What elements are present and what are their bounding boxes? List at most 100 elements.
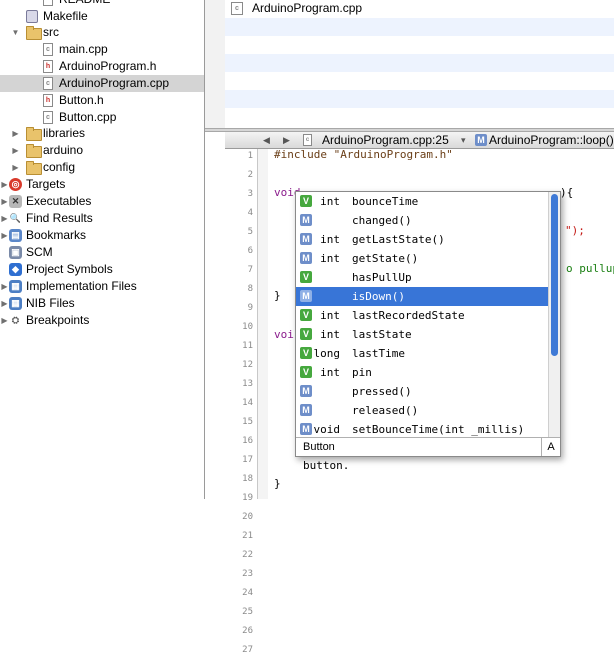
file-row [225, 36, 614, 54]
code-line-23[interactable]: } [274, 477, 281, 490]
sidebar-item-main-cpp[interactable]: c main.cpp [0, 41, 204, 58]
sidebar-item-breakpoints[interactable]: ▶ ⛭ Breakpoints [0, 312, 204, 329]
completion-item[interactable]: Vint pin [296, 363, 548, 382]
code-line-7-end[interactable]: o pullup [566, 262, 614, 275]
completion-item[interactable]: Vlong lastTime [296, 344, 548, 363]
function-popup[interactable]: ArduinoProgram::loop() [489, 132, 614, 148]
line-number: 25 [242, 607, 253, 617]
sidebar-item-button-cpp[interactable]: c Button.cpp [0, 109, 204, 126]
scrollbar-thumb[interactable] [551, 194, 558, 356]
sidebar-item-src[interactable]: ▼ src [0, 24, 204, 41]
editor-navigation-bar: ◀ ▶ c ArduinoProgram.cpp:25 ▾ M ArduinoP… [225, 132, 614, 149]
code-line-6-end[interactable]: "); [565, 224, 585, 237]
method-icon: M [300, 233, 312, 245]
completion-item[interactable]: Mpressed() [296, 382, 548, 401]
completion-item-name: changed() [352, 214, 412, 227]
sidebar-item-arduino[interactable]: ▶ arduino [0, 142, 204, 159]
detail-file-list[interactable] [225, 0, 614, 130]
groups-and-files-sidebar[interactable]: README Makefile ▼ src c main.cpp h Ardui… [0, 0, 205, 499]
completion-item[interactable]: Mchanged() [296, 211, 548, 230]
cpp-file-icon: c [43, 43, 53, 56]
disclosure-closed-icon[interactable]: ▶ [0, 227, 9, 244]
completion-item[interactable]: Vint lastState [296, 325, 548, 344]
completion-item-name: isDown() [352, 290, 405, 303]
method-icon: M [300, 252, 312, 264]
file-row [225, 18, 614, 36]
sidebar-item-readme[interactable]: README [0, 0, 204, 8]
back-arrow-icon[interactable]: ◀ [263, 132, 270, 148]
variable-icon: V [300, 347, 312, 359]
disclosure-closed-icon[interactable]: ▶ [11, 142, 20, 159]
completion-item-name: released() [352, 404, 419, 417]
completion-item[interactable]: Mint getLastState() [296, 230, 548, 249]
header-file-icon: h [43, 60, 53, 73]
sidebar-item-find-results[interactable]: ▶ 🔍 Find Results [0, 210, 204, 227]
completion-item-name: lastState [352, 328, 412, 341]
completion-item[interactable]: Vint bounceTime [296, 192, 548, 211]
completion-item-type: int [320, 195, 340, 208]
file-location-popup[interactable]: ArduinoProgram.cpp:25 [322, 132, 449, 148]
sidebar-item-bookmarks[interactable]: ▶ ▤ Bookmarks [0, 227, 204, 244]
sidebar-item-targets[interactable]: ▶ ◎ Targets [0, 176, 204, 193]
line-number: 22 [242, 550, 253, 560]
sidebar-item-arduinoprogram-cpp[interactable]: c ArduinoProgram.cpp [0, 75, 204, 92]
disclosure-closed-icon[interactable]: ▶ [11, 159, 20, 176]
completion-item-name: hasPullUp [352, 271, 412, 284]
chevron-down-icon[interactable]: ▾ [461, 132, 466, 148]
cpp-file-icon: c [303, 134, 312, 146]
line-number: 10 [242, 322, 253, 332]
disclosure-closed-icon[interactable]: ▶ [11, 125, 20, 142]
disclosure-closed-icon[interactable]: ▶ [0, 210, 9, 227]
sidebar-item-arduinoprogram-h[interactable]: h ArduinoProgram.h [0, 58, 204, 75]
line-number: 6 [247, 246, 253, 256]
code-line-1[interactable]: #include "ArduinoProgram.h" [274, 148, 453, 161]
sidebar-item-libraries[interactable]: ▶ libraries [0, 125, 204, 142]
sidebar-item-scm[interactable]: ▣ SCM [0, 244, 204, 261]
line-number: 26 [242, 626, 253, 636]
line-number: 8 [247, 284, 253, 294]
completion-item-type: int [320, 328, 340, 341]
folder-icon [26, 161, 42, 175]
file-list-current-file[interactable]: ArduinoProgram.cpp [252, 1, 362, 15]
completion-item[interactable]: Vint lastRecordedState [296, 306, 548, 325]
completion-item[interactable]: Mint getState() [296, 249, 548, 268]
code-folding-ribbon[interactable] [258, 149, 268, 499]
makefile-icon [26, 10, 38, 23]
disclosure-closed-icon[interactable]: ▶ [0, 295, 9, 312]
sidebar-item-button-h[interactable]: h Button.h [0, 92, 204, 109]
disclosure-closed-icon[interactable]: ▶ [0, 193, 9, 210]
completion-item[interactable]: Mreleased() [296, 401, 548, 420]
code-line-4-end[interactable]: ){ [560, 186, 573, 199]
forward-arrow-icon[interactable]: ▶ [283, 132, 290, 148]
sidebar-item-executables[interactable]: ▶ ✕ Executables [0, 193, 204, 210]
completion-item[interactable]: MisDown() [296, 287, 548, 306]
completion-item[interactable]: VhasPullUp [296, 268, 548, 287]
line-number: 27 [242, 645, 253, 655]
completion-scrollbar[interactable] [548, 192, 560, 437]
sidebar-item-project-symbols[interactable]: ◆ Project Symbols [0, 261, 204, 278]
line-number: 14 [242, 398, 253, 408]
sidebar-item-config[interactable]: ▶ config [0, 159, 204, 176]
code-line-10[interactable]: } [274, 289, 281, 302]
line-number-gutter: 1 2 3 4 5 6 7 8 9 10 11 12 13 14 15 16 17 18 19 20 21 22 23 24 2… [225, 149, 258, 655]
line-number: 17 [242, 455, 253, 465]
nib-icon: ▦ [9, 297, 22, 310]
code-completion-popup[interactable]: Vint bounceTime Mchanged() Mint getLastState… [295, 191, 561, 457]
cpp-file-icon: c [43, 111, 53, 124]
method-icon: M [300, 423, 312, 435]
completion-item-name: lastRecordedState [352, 309, 465, 322]
line-number: 19 [242, 493, 253, 503]
disclosure-closed-icon[interactable]: ▶ [0, 278, 9, 295]
sidebar-item-makefile[interactable]: Makefile [0, 8, 204, 25]
completion-item-name: pin [352, 366, 372, 379]
variable-icon: V [300, 328, 312, 340]
code-line-12[interactable]: voi [274, 328, 294, 341]
disclosure-open-icon[interactable]: ▼ [11, 24, 20, 41]
disclosure-closed-icon[interactable]: ▶ [0, 176, 9, 193]
code-line-22[interactable]: button. [303, 459, 349, 472]
sidebar-item-nib-files[interactable]: ▶ ▦ NIB Files [0, 295, 204, 312]
disclosure-closed-icon[interactable]: ▶ [0, 312, 9, 329]
sort-alphabetical-button[interactable]: A [541, 438, 560, 456]
completion-item-name: getState() [352, 252, 419, 265]
sidebar-item-implementation-files[interactable]: ▶ ▦ Implementation Files [0, 278, 204, 295]
